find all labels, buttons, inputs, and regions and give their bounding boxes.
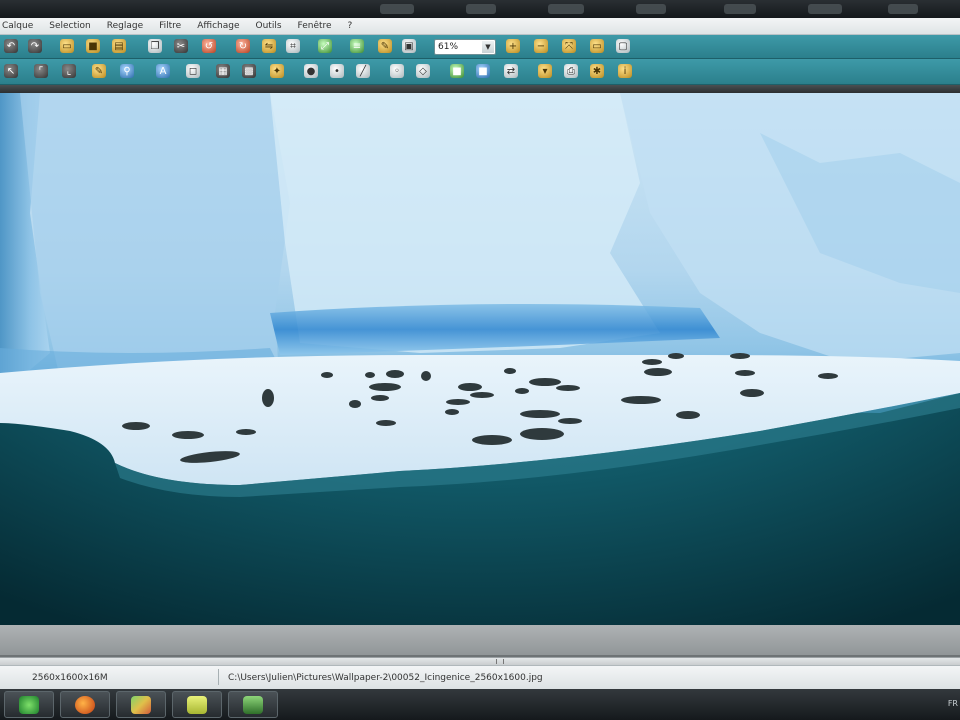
actual-size-icon[interactable]: ▭ bbox=[590, 39, 604, 53]
screen-icon[interactable]: ▣ bbox=[402, 39, 416, 53]
fullscreen-icon[interactable]: ▢ bbox=[616, 39, 630, 53]
menu-selection[interactable]: Selection bbox=[41, 21, 98, 31]
resize-icon[interactable]: ⤢ bbox=[318, 39, 332, 53]
print-icon[interactable]: ⎙ bbox=[564, 64, 578, 78]
save-as-icon[interactable]: ▤ bbox=[112, 39, 126, 53]
panel-splitter[interactable] bbox=[0, 657, 960, 665]
grid-icon[interactable]: ▦ bbox=[216, 64, 230, 78]
zoom-value: 61% bbox=[438, 42, 459, 52]
firefox-icon bbox=[75, 695, 95, 714]
taskbar-firefox[interactable] bbox=[60, 691, 110, 718]
pencil-icon[interactable]: ✎ bbox=[92, 64, 106, 78]
system-top-strip bbox=[0, 0, 960, 18]
menu-fenetre[interactable]: Fenêtre bbox=[290, 21, 340, 31]
window-thumb bbox=[466, 4, 496, 14]
status-separator bbox=[218, 669, 219, 685]
tools-toolbar: ↖ ⌜ ⌞ ✎ ⚲ A ◻ ▦ ▩ ✦ ● • ╱ ◦ ◇ ■ ■ ⇄ ▾ ⎙ … bbox=[0, 59, 960, 85]
toolbar-divider bbox=[0, 85, 960, 93]
menu-outils[interactable]: Outils bbox=[248, 21, 290, 31]
notes-icon bbox=[187, 695, 207, 714]
splitter-grip-icon[interactable] bbox=[496, 659, 504, 664]
pointer-icon[interactable]: ↖ bbox=[4, 64, 18, 78]
flip-icon[interactable]: ⇋ bbox=[262, 39, 276, 53]
color-fg-icon[interactable]: ■ bbox=[450, 64, 464, 78]
info-icon[interactable]: i bbox=[618, 64, 632, 78]
menu-bar: Calque Selection Reglage Filtre Affichag… bbox=[0, 18, 960, 35]
taskbar-image-editor[interactable] bbox=[116, 691, 166, 718]
window-thumb bbox=[888, 4, 918, 14]
text-tool-icon[interactable]: A bbox=[156, 64, 170, 78]
image-canvas[interactable] bbox=[0, 93, 960, 625]
dropper-icon[interactable]: ⚲ bbox=[120, 64, 134, 78]
brush-icon[interactable]: ✎ bbox=[378, 39, 392, 53]
status-bar: 2560x1600x16M C:\Users\Julien\Pictures\W… bbox=[0, 665, 960, 689]
fit-window-icon[interactable]: ⤧ bbox=[562, 39, 576, 53]
taskbar-media[interactable] bbox=[228, 691, 278, 718]
open-folder-icon[interactable]: ▭ bbox=[60, 39, 74, 53]
dot-tool-icon[interactable]: ● bbox=[304, 64, 318, 78]
pattern-icon[interactable]: ▩ bbox=[242, 64, 256, 78]
blur-icon[interactable]: ◦ bbox=[390, 64, 404, 78]
zoom-in-icon[interactable]: + bbox=[506, 39, 520, 53]
tray-language[interactable]: FR bbox=[948, 699, 958, 708]
start-button[interactable] bbox=[4, 691, 54, 718]
undo-icon[interactable]: ↶ bbox=[4, 39, 18, 53]
stamp-icon[interactable]: ✦ bbox=[270, 64, 284, 78]
bucket-icon[interactable]: ▾ bbox=[538, 64, 552, 78]
menu-reglage[interactable]: Reglage bbox=[99, 21, 151, 31]
window-thumb bbox=[380, 4, 414, 14]
redo-icon[interactable]: ↷ bbox=[28, 39, 42, 53]
cut-icon[interactable]: ✂ bbox=[174, 39, 188, 53]
color-bg-icon[interactable]: ■ bbox=[476, 64, 490, 78]
save-icon[interactable]: ■ bbox=[86, 39, 100, 53]
media-icon bbox=[243, 695, 263, 714]
main-toolbar: ↶ ↷ ▭ ■ ▤ ❐ ✂ ↺ ↻ ⇋ ⌗ ⤢ ≡ ✎ ▣ 61% ▼ + − … bbox=[0, 35, 960, 59]
zoom-select[interactable]: 61% ▼ bbox=[434, 39, 496, 55]
taskbar: FR bbox=[0, 689, 960, 720]
chevron-down-icon[interactable]: ▼ bbox=[482, 41, 494, 53]
window-thumb bbox=[636, 4, 666, 14]
menu-help[interactable]: ? bbox=[340, 21, 361, 31]
menu-calque[interactable]: Calque bbox=[0, 21, 41, 31]
rotate-right-icon[interactable]: ↻ bbox=[236, 39, 250, 53]
lasso-icon[interactable]: ⌞ bbox=[62, 64, 76, 78]
iceberg-photo bbox=[0, 93, 960, 625]
zoom-out-icon[interactable]: − bbox=[534, 39, 548, 53]
taskbar-notes[interactable] bbox=[172, 691, 222, 718]
window-thumb bbox=[724, 4, 756, 14]
layers-icon[interactable]: ≡ bbox=[350, 39, 364, 53]
image-editor-icon bbox=[131, 695, 151, 714]
menu-affichage[interactable]: Affichage bbox=[189, 21, 247, 31]
crop-icon[interactable]: ⌗ bbox=[286, 39, 300, 53]
settings-icon[interactable]: ✱ bbox=[590, 64, 604, 78]
swap-colors-icon[interactable]: ⇄ bbox=[504, 64, 518, 78]
start-orb-icon bbox=[19, 695, 39, 714]
small-dot-icon[interactable]: • bbox=[330, 64, 344, 78]
line-tool-icon[interactable]: ╱ bbox=[356, 64, 370, 78]
copy-icon[interactable]: ❐ bbox=[148, 39, 162, 53]
window-thumb bbox=[548, 4, 584, 14]
menu-filtre[interactable]: Filtre bbox=[151, 21, 189, 31]
file-path: C:\Users\Julien\Pictures\Wallpaper-2\000… bbox=[228, 673, 543, 683]
rect-select-icon[interactable]: ⌜ bbox=[34, 64, 48, 78]
window-thumb bbox=[808, 4, 842, 14]
shape-tool-icon[interactable]: ◻ bbox=[186, 64, 200, 78]
sharpen-icon[interactable]: ◇ bbox=[416, 64, 430, 78]
image-dimensions: 2560x1600x16M bbox=[32, 673, 108, 683]
horizontal-scroll-area[interactable] bbox=[0, 625, 960, 657]
rotate-left-icon[interactable]: ↺ bbox=[202, 39, 216, 53]
